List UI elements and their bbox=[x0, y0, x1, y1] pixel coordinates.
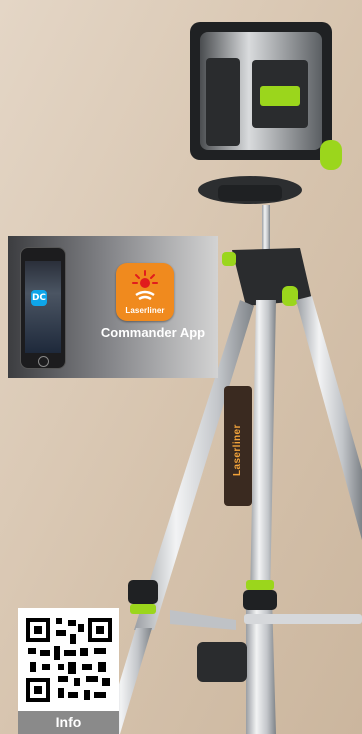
tripod-brand-label: Laserliner bbox=[232, 424, 243, 476]
product-scene: Laserliner DC Laserliner Commander App I… bbox=[0, 0, 362, 734]
app-name: Commander App bbox=[100, 325, 206, 340]
phone-screen bbox=[25, 261, 61, 353]
qr-code-graphic bbox=[26, 618, 112, 702]
app-icon[interactable]: Laserliner bbox=[116, 263, 174, 321]
info-label: Info bbox=[18, 711, 119, 734]
dc-app-icon: DC bbox=[31, 290, 47, 306]
phone-icon: DC bbox=[20, 247, 66, 369]
laser-level bbox=[190, 22, 342, 170]
phone-home-button bbox=[38, 356, 49, 367]
app-icon-label: Laserliner bbox=[125, 306, 165, 315]
